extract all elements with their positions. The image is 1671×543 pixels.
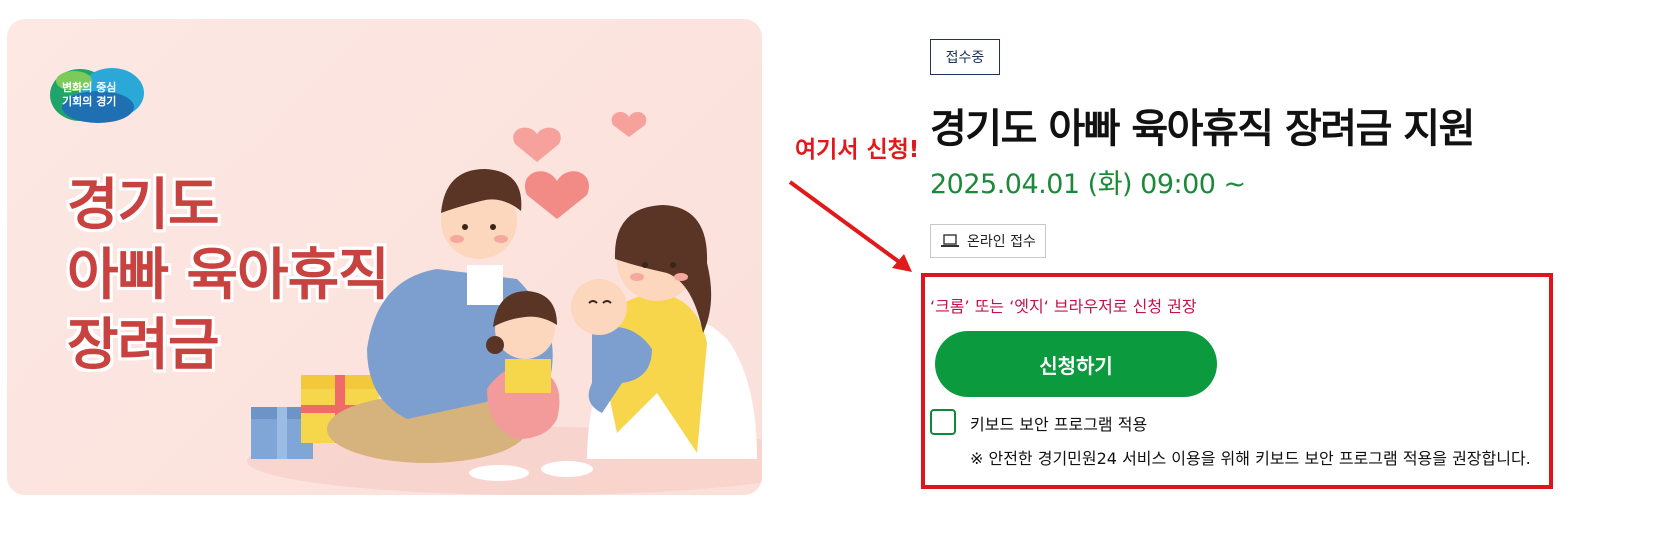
annotation-label: 여기서 신청! (795, 137, 920, 163)
logo-line-2: 기회의 경기 (62, 95, 117, 108)
apply-button[interactable]: 신청하기 (935, 331, 1217, 397)
keyboard-security-label[interactable]: 키보드 보안 프로그램 적용 (970, 411, 1147, 435)
promo-banner: 변화의 중심 기회의 경기 경기도 아빠 육아휴직 장려금 (7, 19, 762, 495)
keyboard-security-note: ※ 안전한 경기민원24 서비스 이용을 위해 키보드 보안 프로그램 적용을 … (970, 449, 1531, 468)
gyeonggi-logo: 변화의 중심 기회의 경기 (50, 67, 146, 125)
page-title: 경기도 아빠 육아휴직 장려금 지원 (930, 106, 1475, 152)
status-badge: 접수중 (930, 39, 1000, 75)
keyboard-security-checkbox[interactable] (930, 409, 956, 435)
family-illustration (247, 111, 762, 495)
application-date: 2025.04.01 (화) 09:00 ~ (930, 169, 1246, 200)
logo-line-1: 변화의 중심 (62, 81, 117, 94)
browser-notice: ‘크롬’ 또는 ‘엣지‘ 브라우저로 신청 권장 (930, 297, 1197, 316)
laptop-icon (941, 234, 959, 247)
annotation-arrow-icon (788, 180, 912, 272)
online-application-label: 온라인 접수 (967, 234, 1036, 250)
online-application-button[interactable]: 온라인 접수 (930, 224, 1046, 258)
